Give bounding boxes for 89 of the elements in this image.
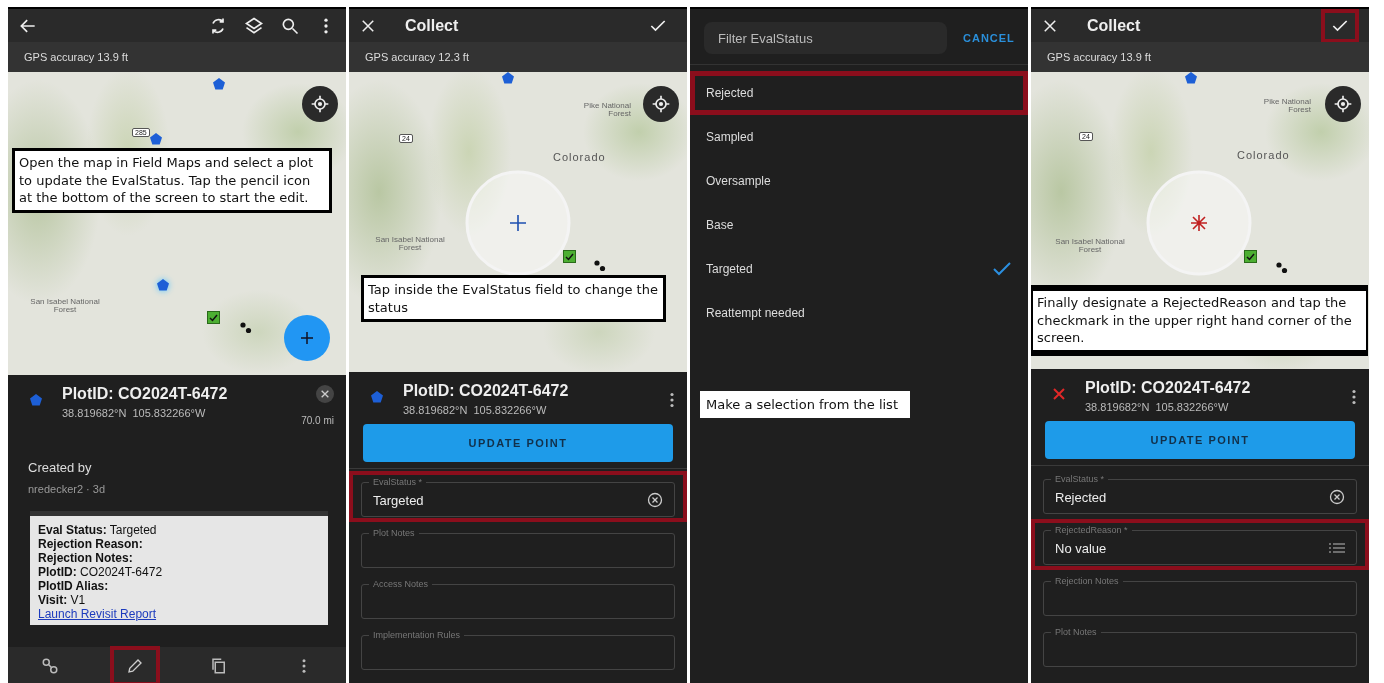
checkbox-marker-icon[interactable]: [207, 311, 220, 324]
popup-attribute: Rejection Reason:: [38, 537, 144, 551]
dot-markers-icon[interactable]: [594, 260, 606, 272]
popup-attribute: PlotID: CO2024T-6472: [38, 565, 164, 579]
list-option[interactable]: Oversample: [690, 159, 1028, 203]
locate-button[interactable]: [1325, 86, 1361, 122]
field-label: EvalStatus *: [369, 476, 427, 488]
form-field[interactable]: EvalStatus * Rejected: [1043, 473, 1357, 514]
screen-title: Collect: [405, 16, 459, 35]
field-label: Plot Notes: [1051, 626, 1101, 638]
instruction-callout: Make a selection from the list: [700, 391, 910, 418]
feature-coordinates: 38.819682°N 105.832266°W: [1085, 401, 1230, 413]
crosshair-icon[interactable]: [310, 94, 330, 114]
gps-accuracy-text: GPS accuracy 12.3 ft: [365, 51, 469, 63]
more-options-icon[interactable]: [669, 392, 675, 408]
map-label: San Isabel National Forest: [1055, 238, 1125, 255]
plus-icon[interactable]: [298, 329, 316, 347]
form-field[interactable]: Plot Notes: [361, 527, 675, 568]
gps-accuracy-text: GPS accuracy 13.9 ft: [1047, 51, 1151, 63]
list-option[interactable]: Rejected: [690, 71, 1028, 115]
form-field[interactable]: Implementation Rules: [361, 629, 675, 670]
form-field[interactable]: Rejection Notes: [1043, 575, 1357, 616]
add-button[interactable]: [284, 315, 330, 361]
pentagon-marker-icon[interactable]: [213, 78, 225, 90]
created-by-label: Created by: [28, 460, 93, 475]
map-label: Colorado: [1237, 150, 1290, 162]
link-icon[interactable]: [41, 657, 60, 675]
dot-markers-icon[interactable]: [1276, 262, 1288, 274]
popup-attribute: PlotID Alias:: [38, 579, 110, 593]
crosshair-icon[interactable]: [1333, 94, 1353, 114]
created-by-user: nredecker2 · 3d: [28, 483, 107, 495]
screen-title: Collect: [1087, 16, 1141, 35]
popup-attribute: Visit: V1: [38, 593, 87, 607]
layers-icon[interactable]: [244, 15, 264, 36]
locate-button[interactable]: [302, 86, 338, 122]
feature-title: PlotID: CO2024T-6472: [1085, 379, 1252, 397]
update-point-button[interactable]: UPDATE POINT: [1045, 421, 1355, 459]
list-icon[interactable]: [1329, 542, 1345, 554]
instruction-callout: Finally designate a RejectedReason and tap the checkmark in the upper right hand corner of the screen.: [1031, 285, 1368, 356]
feature-coordinates: 38.819682°N 105.832266°W: [403, 404, 548, 416]
pencil-icon[interactable]: [125, 657, 144, 675]
list-option[interactable]: Reattempt needed: [690, 291, 1028, 335]
list-option[interactable]: Targeted: [690, 247, 1028, 291]
field-value: Rejected: [1055, 489, 1108, 505]
map-label: Colorado: [553, 152, 606, 164]
filter-field[interactable]: Filter EvalStatus: [704, 22, 947, 54]
form-field[interactable]: Plot Notes: [1043, 626, 1357, 667]
checkbox-marker-icon[interactable]: [1244, 250, 1257, 263]
pentagon-marker-icon[interactable]: [150, 133, 162, 145]
popup-attribute: Rejection Notes:: [38, 551, 134, 565]
close-button[interactable]: [316, 385, 334, 403]
field-label: Implementation Rules: [369, 629, 465, 641]
crosshair-icon[interactable]: [651, 94, 671, 114]
feature-title: PlotID: CO2024T-6472: [62, 385, 229, 403]
cancel-button[interactable]: CANCEL: [963, 32, 1015, 44]
map-label: San Isabel National Forest: [30, 298, 100, 315]
field-label: RejectedReason *: [1051, 524, 1132, 536]
more-options-icon[interactable]: [1351, 389, 1357, 405]
feature-coordinates: 38.819682°N 105.832266°W: [62, 407, 207, 419]
field-label: Rejection Notes: [1051, 575, 1123, 587]
clear-icon[interactable]: [647, 492, 663, 508]
field-label: Plot Notes: [369, 527, 419, 539]
locate-button[interactable]: [643, 86, 679, 122]
feature-title: PlotID: CO2024T-6472: [403, 382, 570, 400]
popup-attribute: Eval Status: Targeted: [38, 523, 158, 537]
instruction-callout: Tap inside the EvalStatus field to change the status: [361, 275, 666, 323]
update-point-button[interactable]: UPDATE POINT: [363, 424, 673, 462]
pentagon-marker-icon: [30, 394, 42, 406]
pentagon-marker-icon[interactable]: [157, 279, 169, 291]
gps-accuracy-text: GPS accuracy 13.9 ft: [24, 51, 128, 63]
distance-text: 70.0 mi: [301, 415, 334, 426]
clear-icon[interactable]: [1329, 489, 1345, 505]
map-label: San Isabel National Forest: [375, 236, 445, 253]
close-icon[interactable]: [320, 389, 330, 399]
field-value: No value: [1055, 540, 1108, 556]
dot-markers-icon[interactable]: [240, 322, 252, 334]
instruction-callout: Open the map in Field Maps and select a plot to update the EvalStatus. Tap the pencil icon at the bottom of the screen to start the edit.: [12, 148, 332, 213]
field-value: Targeted: [373, 492, 425, 508]
list-option[interactable]: Base: [690, 203, 1028, 247]
form-field[interactable]: Access Notes: [361, 578, 675, 619]
field-label: EvalStatus *: [1051, 473, 1109, 485]
list-option[interactable]: Sampled: [690, 115, 1028, 159]
x-marker-icon: [1053, 388, 1065, 400]
pentagon-marker-icon: [371, 391, 383, 403]
checkbox-marker-icon[interactable]: [563, 250, 576, 263]
map-label: Pike National Forest: [582, 102, 631, 119]
map-label: Pike National Forest: [1262, 98, 1311, 115]
revisit-report-link[interactable]: Launch Revisit Report: [38, 607, 320, 621]
field-label: Access Notes: [369, 578, 433, 590]
